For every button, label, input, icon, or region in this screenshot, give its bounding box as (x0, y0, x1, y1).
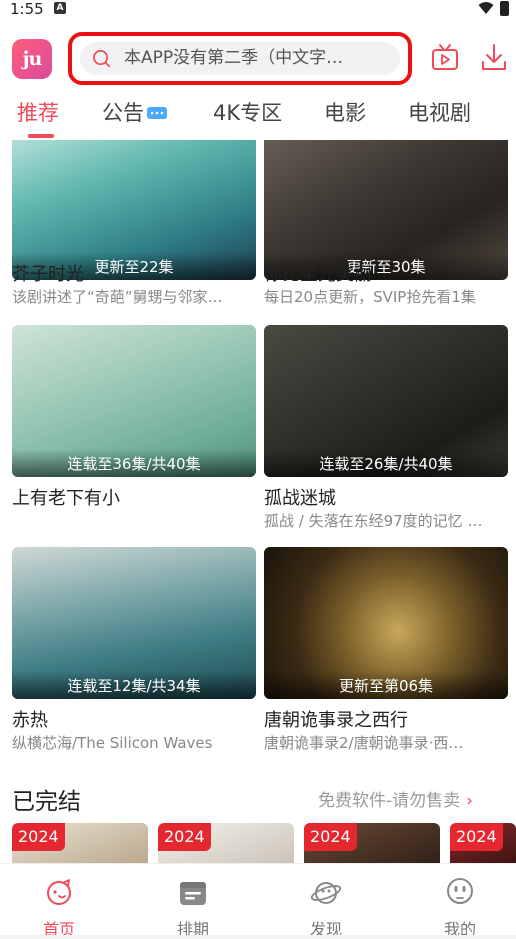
search-placeholder: 本APP没有第二季（中文字… (124, 48, 344, 68)
tab-active-indicator (28, 134, 54, 138)
year-badge: 2024 (450, 823, 503, 851)
section-more-label: 免费软件-请勿售卖 (318, 791, 461, 811)
card-title[interactable]: 唐朝诡事录之西行 (264, 706, 408, 732)
app-logo[interactable]: ju (12, 39, 52, 79)
profile-icon (447, 878, 473, 904)
year-badge: 2024 (158, 823, 211, 851)
content-feed[interactable]: 更新至22集 芥子时光 该剧讲述了“奇葩”舅甥与邻家… 更新至30集 你比星光美… (0, 140, 516, 863)
card-subtitle: 每日20点更新，SVIP抢先看1集 (264, 288, 476, 306)
poster-image[interactable]: 连载至12集/共34集 (12, 547, 256, 699)
year-badge: 2024 (304, 823, 357, 851)
card-title[interactable]: 赤热 (12, 706, 48, 732)
tab-recommend[interactable]: 推荐 (17, 94, 59, 132)
poster-image[interactable]: 连载至36集/共40集 (12, 325, 256, 477)
tab-tv-series[interactable]: 电视剧 (408, 94, 471, 132)
nav-schedule[interactable]: 排期 (143, 864, 243, 939)
notification-icon: A (54, 2, 66, 14)
poster-image[interactable]: 更新至第06集 (264, 547, 508, 699)
card-subtitle: 唐朝诡事录2/唐朝诡事录·西… (264, 734, 464, 752)
poster-image[interactable]: 更新至22集 (12, 140, 256, 280)
search-highlight: 本APP没有第二季（中文字… (68, 32, 412, 85)
calendar-icon (180, 882, 206, 905)
tv-icon[interactable] (430, 43, 460, 73)
battery-icon (500, 1, 509, 16)
poster-image[interactable]: 连载至26集/共40集 (264, 325, 508, 477)
tab-notice[interactable]: 公告 (102, 94, 168, 132)
bottom-nav: 首页 排期 发现 我的 (0, 863, 516, 939)
completed-thumb[interactable]: 2024 (450, 823, 516, 867)
section-more-link[interactable]: 免费软件-请勿售卖 › (318, 786, 473, 811)
status-time: 1:55 (10, 0, 44, 18)
tab-movie[interactable]: 电影 (324, 94, 366, 132)
home-indicator (0, 935, 516, 939)
episode-badge: 连载至12集/共34集 (12, 671, 256, 699)
tab-4k[interactable]: 4K专区 (213, 94, 282, 132)
wifi-icon (478, 2, 494, 14)
card-title[interactable]: 你比星光美丽 (264, 260, 372, 286)
nav-home[interactable]: 首页 (9, 864, 109, 939)
completed-thumb[interactable]: 2024 (304, 823, 440, 867)
chat-bubble-icon (147, 107, 167, 119)
section-title: 已完结 (12, 789, 81, 815)
episode-badge: 连载至36集/共40集 (12, 449, 256, 477)
card-title[interactable]: 上有老下有小 (12, 484, 120, 510)
nav-discover[interactable]: 发现 (276, 864, 376, 939)
completed-thumb[interactable]: 2024 (12, 823, 148, 867)
card-subtitle: 该剧讲述了“奇葩”舅甥与邻家… (12, 288, 223, 306)
year-badge: 2024 (12, 823, 65, 851)
card-title[interactable]: 孤战迷城 (264, 484, 336, 510)
category-tabs: 推荐 公告 4K专区 电影 电视剧 (0, 94, 516, 138)
card-subtitle: 孤战 / 失落在东经97度的记忆 … (264, 512, 483, 530)
card-title[interactable]: 芥子时光 (12, 260, 84, 286)
discover-icon (310, 882, 342, 904)
chevron-right-icon: › (466, 791, 473, 811)
card-subtitle: 纵横芯海/The Silicon Waves (12, 734, 213, 752)
download-icon[interactable] (480, 42, 508, 72)
nav-profile[interactable]: 我的 (410, 864, 510, 939)
poster-image[interactable]: 更新至30集 (264, 140, 508, 280)
episode-badge: 连载至26集/共40集 (264, 449, 508, 477)
episode-badge: 更新至第06集 (264, 671, 508, 699)
search-icon (93, 50, 110, 67)
status-bar: 1:55 A (0, 0, 516, 20)
completed-thumb[interactable]: 2024 (158, 823, 294, 867)
search-input[interactable]: 本APP没有第二季（中文字… (80, 42, 400, 75)
home-icon (47, 879, 71, 905)
tab-notice-label: 公告 (102, 101, 144, 125)
